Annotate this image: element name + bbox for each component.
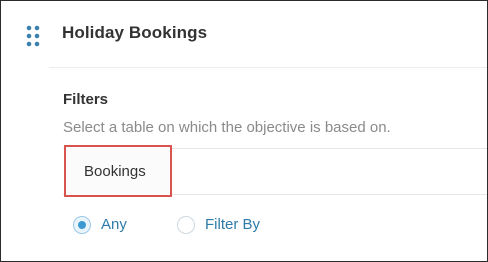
drag-handle-icon[interactable] (26, 25, 42, 47)
table-option-bookings[interactable]: Bookings (64, 145, 172, 197)
filters-help-text: Select a table on which the objective is… (63, 119, 391, 136)
filters-heading: Filters (63, 91, 109, 108)
filter-panel: Holiday Bookings Filters Select a table … (0, 0, 488, 262)
table-option-label: Bookings (84, 163, 146, 180)
panel-header: Holiday Bookings (1, 1, 487, 67)
radio-unchecked-icon[interactable] (177, 216, 195, 234)
radio-filter-by-label: Filter By (205, 216, 261, 233)
radio-any-label: Any (101, 216, 127, 233)
panel-title: Holiday Bookings (62, 23, 208, 42)
header-divider (49, 67, 487, 68)
radio-checked-icon[interactable] (73, 216, 91, 234)
